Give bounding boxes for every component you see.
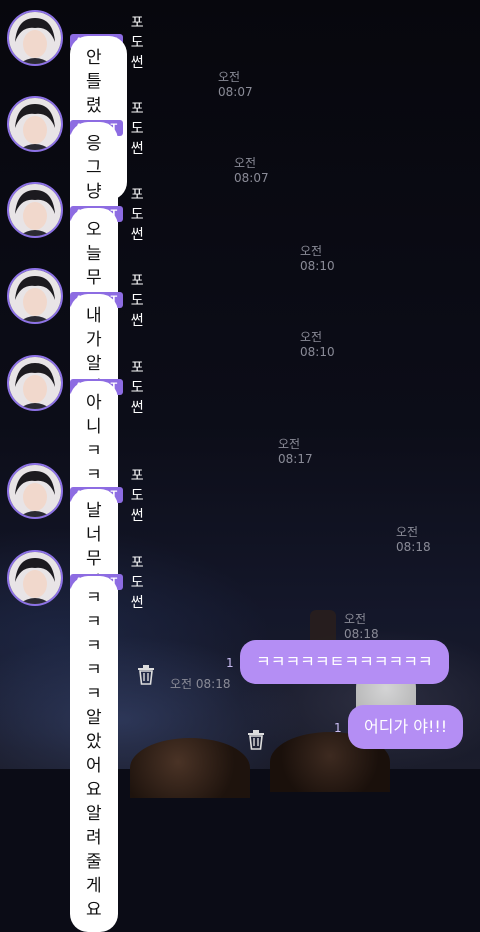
artist-avatar[interactable] [7, 268, 63, 324]
message-time: 오전 08:07 [234, 156, 269, 185]
trash-icon[interactable] [137, 665, 155, 685]
sender-name: 포도썬 [130, 555, 144, 611]
message-time: 오전 08:18 [170, 677, 231, 691]
sender-name: 포도썬 [130, 468, 144, 524]
message-time: 오전 08:07 [218, 70, 253, 99]
artist-avatar[interactable] [7, 96, 63, 152]
message-time: 오전 08:18 [396, 525, 431, 554]
message-time: 오전 08:18 [344, 612, 379, 641]
sender-name: 포도썬 [130, 360, 144, 416]
message-time: 오전 08:17 [278, 437, 313, 466]
message-time: 오전 08:10 [300, 244, 335, 273]
sender-name: 포도썬 [130, 273, 144, 329]
outgoing-message-bubble[interactable]: ㅋㅋㅋㅋㅋㅌㅋㅋㅋㅋㅋㅋ [240, 640, 449, 684]
artist-avatar[interactable] [7, 182, 63, 238]
message-time: 오전 08:10 [300, 330, 335, 359]
artist-avatar[interactable] [7, 550, 63, 606]
outgoing-message-bubble[interactable]: 어디가 야!!! [348, 705, 464, 749]
artist-avatar[interactable] [7, 10, 63, 66]
artist-avatar[interactable] [7, 463, 63, 519]
sender-name: 포도썬 [130, 101, 144, 157]
unread-count: 1 [334, 721, 342, 735]
unread-count: 1 [226, 656, 234, 670]
sender-name: 포도썬 [130, 15, 144, 71]
sender-name: 포도썬 [130, 187, 144, 243]
trash-icon[interactable] [247, 730, 265, 750]
artist-avatar[interactable] [7, 355, 63, 411]
message-bubble[interactable]: ㅋㅋㅋㅋㅋ알았어요 알려줄게요 [70, 576, 118, 932]
